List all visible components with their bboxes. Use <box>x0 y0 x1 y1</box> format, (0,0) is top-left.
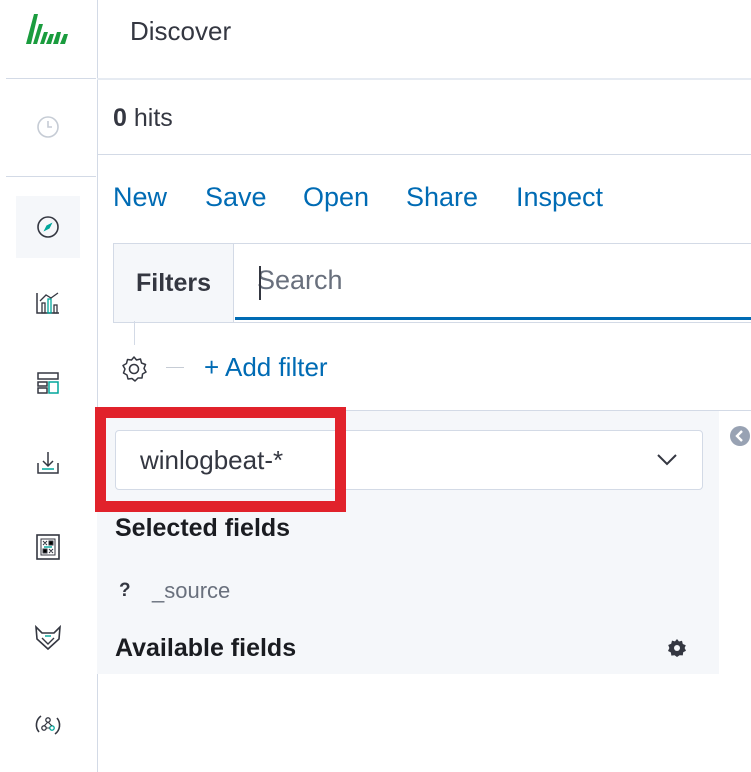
recent-icon[interactable] <box>16 96 80 158</box>
available-fields-title: Available fields <box>115 634 297 662</box>
hits-count: 0 hits <box>113 104 173 133</box>
nav-divider <box>6 176 96 177</box>
inspect-button[interactable]: Inspect <box>516 182 603 213</box>
save-button[interactable]: Save <box>205 182 267 213</box>
add-filter-button[interactable]: + Add filter <box>204 352 328 383</box>
new-button[interactable]: New <box>113 182 167 213</box>
share-button[interactable]: Share <box>406 182 478 213</box>
index-pattern-value: winlogbeat-* <box>140 445 284 475</box>
selected-fields-title: Selected fields <box>115 514 291 542</box>
page-title: Discover <box>130 16 232 46</box>
field-settings-gear-icon[interactable] <box>667 638 687 663</box>
hits-label: hits <box>133 104 173 132</box>
collapse-sidebar-icon[interactable] <box>729 425 751 447</box>
gear-icon[interactable] <box>118 353 150 390</box>
left-nav <box>0 0 98 772</box>
filters-label: Filters <box>114 244 234 322</box>
dashboard-icon[interactable] <box>16 352 80 414</box>
hits-number: 0 <box>113 104 127 132</box>
filter-divider <box>166 367 184 368</box>
elastic-logo-icon[interactable] <box>24 10 72 50</box>
discover-compass-icon[interactable] <box>16 196 80 258</box>
nav-divider <box>6 78 96 79</box>
open-button[interactable]: Open <box>303 182 369 213</box>
text-cursor <box>259 266 261 300</box>
graph-icon[interactable] <box>16 694 80 756</box>
index-pattern-select[interactable]: winlogbeat-* <box>115 430 703 490</box>
search-input[interactable] <box>235 244 751 320</box>
hits-divider <box>97 154 751 155</box>
canvas-icon[interactable] <box>16 516 80 578</box>
visualize-icon[interactable] <box>16 272 80 334</box>
query-bar: Filters <box>113 243 751 323</box>
chevron-down-icon <box>656 453 678 472</box>
header-divider <box>97 78 751 80</box>
field-name-source[interactable]: _source <box>152 578 230 604</box>
field-type-icon: ? <box>119 580 131 601</box>
siem-fox-icon[interactable] <box>16 606 80 668</box>
filter-connector <box>134 321 135 345</box>
ingest-icon[interactable] <box>16 432 80 494</box>
